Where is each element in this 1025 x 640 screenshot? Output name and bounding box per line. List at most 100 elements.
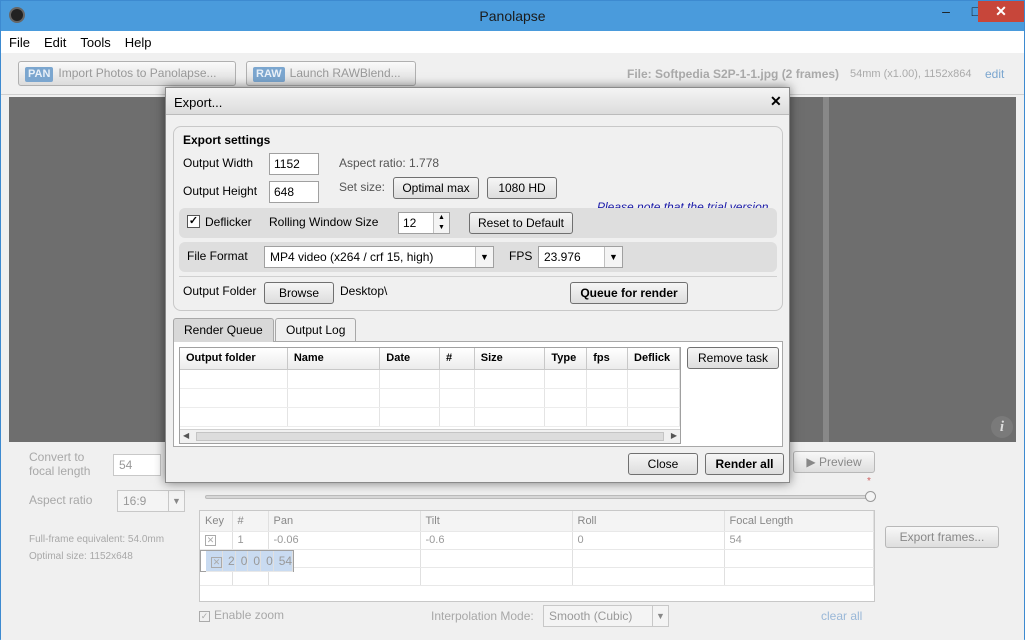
chevron-down-icon: ▼: [475, 247, 493, 267]
import-photos-label: Import Photos to Panolapse...: [58, 66, 217, 80]
clear-all-link[interactable]: clear all: [821, 609, 862, 623]
col-pan[interactable]: Pan: [268, 511, 421, 532]
menu-tools[interactable]: Tools: [72, 31, 116, 50]
row-focal: 54: [724, 531, 874, 550]
interpolation-select[interactable]: Smooth (Cubic) ▼: [543, 605, 669, 627]
stepper-arrows-icon[interactable]: ▲ ▼: [433, 213, 449, 233]
enable-zoom-checkbox[interactable]: ✓: [199, 611, 210, 622]
rolling-window-label: Rolling Window Size: [269, 215, 379, 229]
col-date[interactable]: Date: [379, 348, 440, 370]
optimal-size-text: Optimal size: 1152x648: [29, 551, 133, 562]
render-all-button[interactable]: Render all: [705, 453, 784, 475]
keyframe-table[interactable]: Key # Pan Tilt Roll Focal Length ✕ 1 -0.…: [199, 510, 875, 602]
chevron-down-icon: ▼: [168, 491, 184, 511]
menu-help[interactable]: Help: [117, 31, 158, 50]
col-size[interactable]: Size: [474, 348, 546, 370]
output-height-label: Output Height: [183, 184, 258, 198]
close-window-button[interactable]: ✕: [978, 1, 1024, 22]
row-num: 2: [222, 550, 236, 572]
rolling-window-value: 12: [403, 216, 417, 230]
dialog-close-icon[interactable]: ✕: [770, 93, 782, 110]
menu-edit[interactable]: Edit: [36, 31, 72, 50]
menu-file[interactable]: File: [1, 31, 36, 50]
fps-label: FPS: [509, 249, 533, 263]
col-fps[interactable]: fps: [586, 348, 629, 370]
convert-focal-label: Convert to focal length: [29, 450, 91, 478]
render-queue-panel: Output folder Name Date # Size Type fps …: [173, 341, 783, 447]
timeline-slider[interactable]: [205, 491, 876, 502]
table-row: [180, 407, 680, 427]
hd-1080-button[interactable]: 1080 HD: [487, 177, 557, 199]
dialog-title-bar: Export... ✕: [166, 88, 789, 115]
browse-button[interactable]: Browse: [264, 282, 334, 304]
row-focal: 54: [273, 550, 294, 572]
rolling-window-stepper[interactable]: 12 ▲ ▼: [398, 212, 450, 234]
close-button[interactable]: Close: [628, 453, 698, 475]
title-bar: Panolapse – □ ✕: [1, 1, 1024, 31]
preview-button[interactable]: ▶ Preview: [793, 451, 875, 473]
table-row: [180, 369, 680, 389]
aspect-ratio-text: Aspect ratio: 1.778: [339, 156, 440, 170]
col-roll[interactable]: Roll: [572, 511, 725, 532]
output-height-input[interactable]: 648: [269, 181, 319, 203]
col-key[interactable]: Key: [200, 511, 233, 532]
file-details: 54mm (x1.00), 1152x864: [850, 68, 972, 80]
file-format-select[interactable]: MP4 video (x264 / crf 15, high) ▼: [264, 246, 494, 268]
info-icon[interactable]: i: [991, 416, 1013, 438]
play-icon: ▶: [806, 455, 819, 469]
raw-tag: RAW: [253, 67, 285, 82]
col-num[interactable]: #: [232, 511, 269, 532]
fps-value: 23.976: [544, 250, 581, 264]
table-row[interactable]: ✕ 1 -0.06 -0.6 0 54: [200, 531, 874, 550]
remove-task-button[interactable]: Remove task: [687, 347, 779, 369]
col-output-folder[interactable]: Output folder: [180, 348, 288, 370]
interpolation-label: Interpolation Mode:: [431, 609, 534, 623]
row-num: 1: [232, 531, 269, 550]
export-settings-group: Export settings Output Width 1152 Output…: [173, 126, 783, 311]
import-photos-button[interactable]: PAN Import Photos to Panolapse...: [18, 61, 236, 86]
scroll-left-icon[interactable]: ◀: [183, 431, 189, 440]
tab-render-queue[interactable]: Render Queue: [173, 318, 274, 342]
enable-zoom-label: Enable zoom: [214, 608, 285, 622]
output-folder-label: Output Folder: [183, 284, 257, 298]
col-tilt[interactable]: Tilt: [420, 511, 573, 532]
col-type[interactable]: Type: [544, 348, 588, 370]
table-row[interactable]: ✕ 2 0 0 0 54: [200, 549, 295, 572]
optimal-max-button[interactable]: Optimal max: [393, 177, 479, 199]
scrollbar-thumb[interactable]: [196, 432, 664, 441]
set-size-label: Set size:: [339, 180, 386, 194]
deflicker-checkbox[interactable]: ✓: [187, 215, 200, 228]
row-roll: 0: [260, 550, 274, 572]
enable-zoom-toggle[interactable]: ✓ Enable zoom: [199, 608, 284, 622]
marker-icon: *: [867, 476, 871, 487]
export-dialog: Export... ✕ Export settings Output Width…: [165, 87, 790, 483]
horizontal-scrollbar[interactable]: ◀ ▶: [180, 429, 680, 443]
reset-default-button[interactable]: Reset to Default: [469, 212, 573, 234]
fps-select[interactable]: 23.976 ▼: [538, 246, 623, 268]
col-name[interactable]: Name: [287, 348, 381, 370]
render-queue-table[interactable]: Output folder Name Date # Size Type fps …: [179, 347, 681, 444]
scroll-right-icon[interactable]: ▶: [671, 431, 677, 440]
slider-handle[interactable]: [865, 491, 876, 502]
key-checkbox[interactable]: ✕: [205, 535, 216, 546]
output-width-label: Output Width: [183, 156, 254, 170]
focal-length-field[interactable]: 54: [113, 454, 161, 476]
launch-rawblend-button[interactable]: RAW Launch RAWBlend...: [246, 61, 416, 86]
aspect-ratio-select[interactable]: 16:9 ▼: [117, 490, 185, 512]
output-width-input[interactable]: 1152: [269, 153, 319, 175]
file-format-label: File Format: [187, 249, 248, 263]
col-num[interactable]: #: [439, 348, 475, 370]
window-title: Panolapse: [479, 8, 546, 24]
dialog-title: Export...: [174, 95, 223, 110]
queue-for-render-button[interactable]: Queue for render: [570, 282, 688, 304]
tab-output-log[interactable]: Output Log: [275, 318, 357, 342]
viewer-divider: [823, 97, 829, 442]
edit-link[interactable]: edit: [985, 67, 1004, 81]
minimize-button[interactable]: –: [931, 1, 961, 23]
key-checkbox[interactable]: ✕: [211, 556, 222, 568]
col-deflick[interactable]: Deflick: [627, 348, 680, 370]
col-focal[interactable]: Focal Length: [724, 511, 874, 532]
row-pan: 0: [235, 550, 249, 572]
row-tilt: -0.6: [420, 531, 573, 550]
export-frames-button[interactable]: Export frames...: [885, 526, 999, 548]
